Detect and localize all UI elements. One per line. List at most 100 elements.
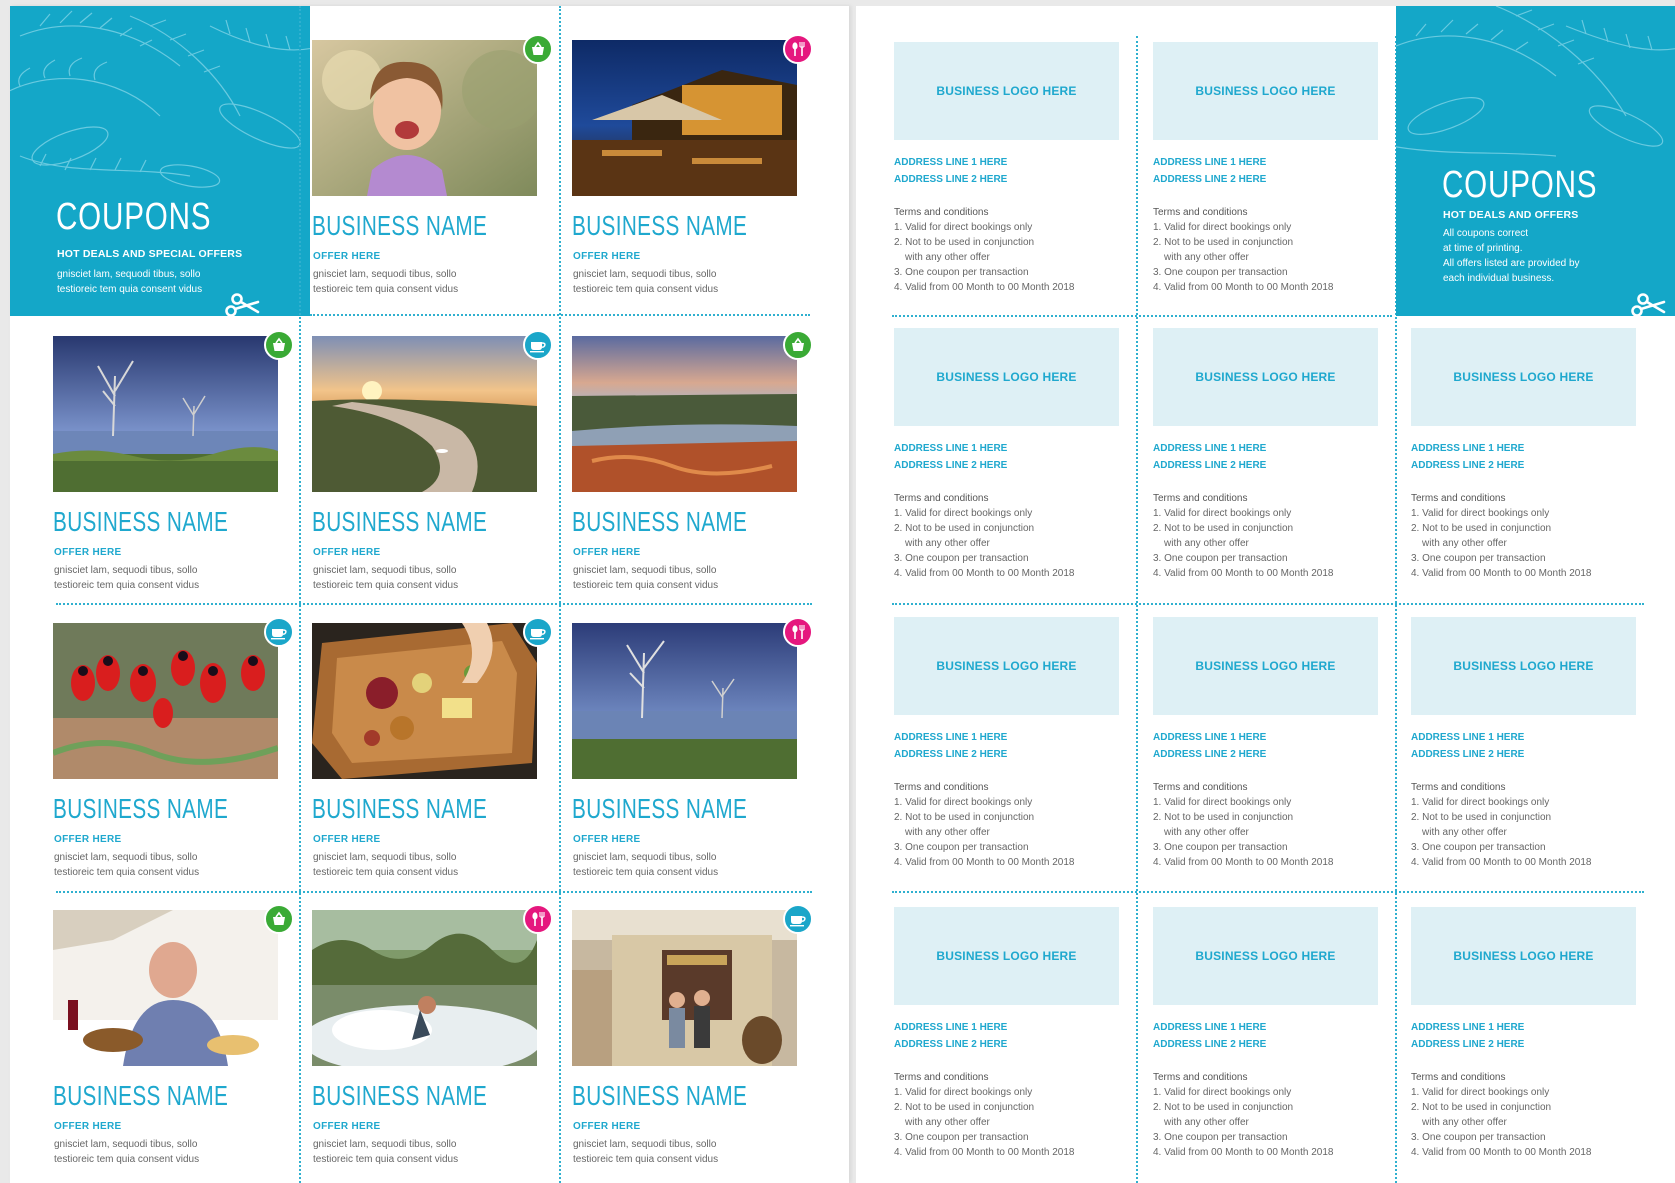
offer-text: OFFER HERE (54, 1121, 122, 1132)
coupon-card[interactable]: BUSINESS NAME OFFER HERE gnisciet lam, s… (312, 34, 562, 310)
coupon-photo (53, 910, 278, 1066)
business-name: BUSINESS NAME (572, 506, 748, 537)
coupon-card[interactable]: BUSINESS NAME OFFER HERE gnisciet lam, s… (53, 617, 303, 893)
coupon-back: BUSINESS LOGO HERE ADDRESS LINE 1 HERE A… (1153, 42, 1393, 312)
coupon-card[interactable]: BUSINESS NAME OFFER HERE gnisciet lam, s… (312, 330, 562, 606)
coupon-description: gnisciet lam, sequodi tibus, sollo testi… (313, 269, 459, 295)
coupon-photo (572, 336, 797, 492)
business-name: BUSINESS NAME (572, 793, 748, 824)
banner-subtitle: HOT DEALS AND OFFERS (1443, 209, 1579, 221)
coupon-back: BUSINESS LOGO HERE ADDRESS LINE 1 HERE A… (1411, 617, 1651, 887)
terms-and-conditions: Terms and conditions 1. Valid for direct… (1153, 207, 1334, 293)
address-block: ADDRESS LINE 1 HERE ADDRESS LINE 2 HERE (1411, 1022, 1525, 1050)
address-block: ADDRESS LINE 1 HERE ADDRESS LINE 2 HERE (1411, 443, 1525, 471)
terms-and-conditions: Terms and conditions 1. Valid for direct… (1411, 1072, 1592, 1158)
address-block: ADDRESS LINE 1 HERE ADDRESS LINE 2 HERE (894, 157, 1008, 185)
scissors-icon (1631, 293, 1666, 316)
terms-and-conditions: Terms and conditions 1. Valid for direct… (894, 1072, 1075, 1158)
offer-text: OFFER HERE (573, 834, 641, 845)
coupon-card[interactable]: BUSINESS NAME OFFER HERE gnisciet lam, s… (572, 330, 822, 606)
coupons-banner: COUPONS HOT DEALS AND SPECIAL OFFERS gni… (10, 6, 310, 316)
business-name: BUSINESS NAME (53, 506, 229, 537)
coupon-card[interactable]: BUSINESS NAME OFFER HERE gnisciet lam, s… (53, 330, 303, 606)
business-logo-placeholder: BUSINESS LOGO HERE (1411, 328, 1636, 426)
coupon-photo (572, 623, 797, 779)
coffee-cup-icon (783, 904, 813, 934)
coupon-back: BUSINESS LOGO HERE ADDRESS LINE 1 HERE A… (894, 617, 1134, 887)
offer-text: OFFER HERE (313, 834, 381, 845)
offer-text: OFFER HERE (573, 1121, 641, 1132)
coupon-description: gnisciet lam, sequodi tibus, sollo testi… (573, 565, 719, 591)
coupon-description: gnisciet lam, sequodi tibus, sollo testi… (313, 852, 459, 878)
terms-and-conditions: Terms and conditions 1. Valid for direct… (1153, 1072, 1334, 1158)
coupon-back: BUSINESS LOGO HERE ADDRESS LINE 1 HERE A… (1153, 907, 1393, 1177)
fork-knife-icon (523, 904, 553, 934)
coupon-photo (312, 623, 537, 779)
shopping-basket-icon (783, 330, 813, 360)
address-block: ADDRESS LINE 1 HERE ADDRESS LINE 2 HERE (1411, 732, 1525, 760)
coffee-cup-icon (264, 617, 294, 647)
business-name: BUSINESS NAME (312, 793, 488, 824)
terms-and-conditions: Terms and conditions 1. Valid for direct… (1153, 493, 1334, 579)
coupon-front-page: COUPONS HOT DEALS AND SPECIAL OFFERS gni… (10, 6, 849, 1183)
coupon-photo (572, 40, 797, 196)
coupon-photo (312, 40, 537, 196)
coupon-card[interactable]: BUSINESS NAME OFFER HERE gnisciet lam, s… (572, 904, 822, 1180)
business-logo-placeholder: BUSINESS LOGO HERE (894, 42, 1119, 140)
offer-text: OFFER HERE (313, 251, 381, 262)
terms-and-conditions: Terms and conditions 1. Valid for direct… (1411, 493, 1592, 579)
coupon-card[interactable]: BUSINESS NAME OFFER HERE gnisciet lam, s… (572, 34, 822, 310)
offer-text: OFFER HERE (573, 547, 641, 558)
shopping-basket-icon (523, 34, 553, 64)
terms-and-conditions: Terms and conditions 1. Valid for direct… (894, 493, 1075, 579)
coupon-photo (312, 910, 537, 1066)
banner-subtitle: HOT DEALS AND SPECIAL OFFERS (57, 248, 243, 260)
shopping-basket-icon (264, 904, 294, 934)
address-block: ADDRESS LINE 1 HERE ADDRESS LINE 2 HERE (1153, 157, 1267, 185)
coffee-cup-icon (523, 330, 553, 360)
business-logo-placeholder: BUSINESS LOGO HERE (1153, 617, 1378, 715)
address-block: ADDRESS LINE 1 HERE ADDRESS LINE 2 HERE (1153, 1022, 1267, 1050)
coupon-back: BUSINESS LOGO HERE ADDRESS LINE 1 HERE A… (1411, 907, 1651, 1177)
address-block: ADDRESS LINE 1 HERE ADDRESS LINE 2 HERE (894, 732, 1008, 760)
coupon-description: gnisciet lam, sequodi tibus, sollo testi… (573, 1139, 719, 1165)
coupon-card[interactable]: BUSINESS NAME OFFER HERE gnisciet lam, s… (312, 904, 562, 1180)
business-logo-placeholder: BUSINESS LOGO HERE (1153, 907, 1378, 1005)
terms-and-conditions: Terms and conditions 1. Valid for direct… (1411, 782, 1592, 868)
cut-line (892, 603, 1644, 605)
coupon-description: gnisciet lam, sequodi tibus, sollo testi… (313, 565, 459, 591)
coupon-back: BUSINESS LOGO HERE ADDRESS LINE 1 HERE A… (894, 907, 1134, 1177)
coupon-card[interactable]: BUSINESS NAME OFFER HERE gnisciet lam, s… (572, 617, 822, 893)
coupons-banner-back: COUPONS HOT DEALS AND OFFERS All coupons… (1396, 6, 1675, 316)
business-logo-placeholder: BUSINESS LOGO HERE (894, 907, 1119, 1005)
business-logo-placeholder: BUSINESS LOGO HERE (1411, 907, 1636, 1005)
terms-and-conditions: Terms and conditions 1. Valid for direct… (894, 782, 1075, 868)
business-name: BUSINESS NAME (312, 210, 488, 241)
business-logo-placeholder: BUSINESS LOGO HERE (1411, 617, 1636, 715)
business-logo-placeholder: BUSINESS LOGO HERE (894, 328, 1119, 426)
fork-knife-icon (783, 617, 813, 647)
address-block: ADDRESS LINE 1 HERE ADDRESS LINE 2 HERE (894, 443, 1008, 471)
coupon-description: gnisciet lam, sequodi tibus, sollo testi… (54, 1139, 200, 1165)
banner-title: COUPONS (1442, 164, 1598, 206)
banner-title: COUPONS (56, 196, 212, 238)
terms-and-conditions: Terms and conditions 1. Valid for direct… (1153, 782, 1334, 868)
coupon-back: BUSINESS LOGO HERE ADDRESS LINE 1 HERE A… (1411, 328, 1651, 598)
business-logo-placeholder: BUSINESS LOGO HERE (894, 617, 1119, 715)
business-name: BUSINESS NAME (572, 1080, 748, 1111)
coupon-photo (572, 910, 797, 1066)
coupon-photo (312, 336, 537, 492)
offer-text: OFFER HERE (573, 251, 641, 262)
coupon-photo (53, 623, 278, 779)
coupon-back: BUSINESS LOGO HERE ADDRESS LINE 1 HERE A… (894, 42, 1134, 312)
offer-text: OFFER HERE (54, 834, 122, 845)
coupon-back: BUSINESS LOGO HERE ADDRESS LINE 1 HERE A… (894, 328, 1134, 598)
coupon-back: BUSINESS LOGO HERE ADDRESS LINE 1 HERE A… (1153, 617, 1393, 887)
cut-line (892, 315, 1392, 317)
coupon-description: gnisciet lam, sequodi tibus, sollo testi… (54, 852, 200, 878)
address-block: ADDRESS LINE 1 HERE ADDRESS LINE 2 HERE (894, 1022, 1008, 1050)
offer-text: OFFER HERE (313, 1121, 381, 1132)
coupon-card[interactable]: BUSINESS NAME OFFER HERE gnisciet lam, s… (53, 904, 303, 1180)
coupon-card[interactable]: BUSINESS NAME OFFER HERE gnisciet lam, s… (312, 617, 562, 893)
cut-line (892, 891, 1644, 893)
